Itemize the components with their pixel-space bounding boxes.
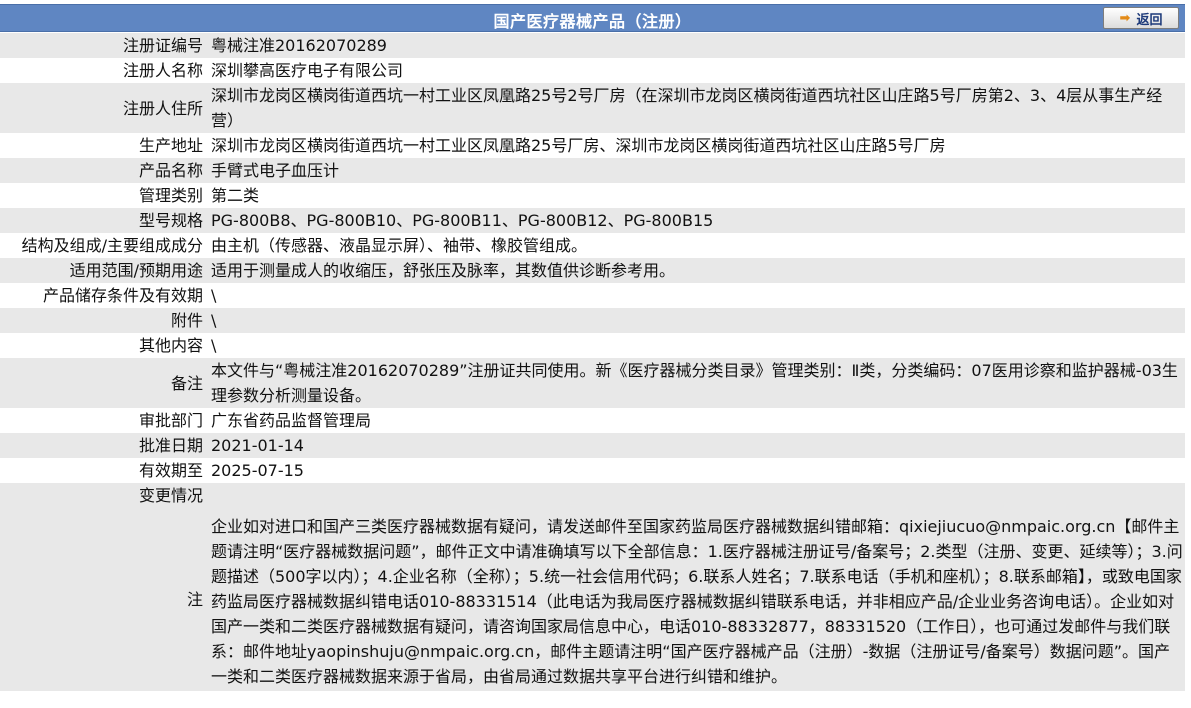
detail-page: 国产医疗器械产品（注册） ➡ 返回 注册证编号 粤械注准20162070289 … <box>0 0 1191 708</box>
field-value: 第二类 <box>207 183 1185 208</box>
table-row: 生产地址 深圳市龙岗区横岗街道西坑一村工业区凤凰路25号厂房、深圳市龙岗区横岗街… <box>0 133 1185 158</box>
field-value: \ <box>207 308 1185 333</box>
table-row: 结构及组成/主要组成成分 由主机（传感器、液晶显示屏）、袖带、橡胶管组成。 <box>0 233 1185 258</box>
detail-table: 注册证编号 粤械注准20162070289 注册人名称 深圳攀高医疗电子有限公司… <box>0 33 1185 691</box>
field-label: 注册证编号 <box>0 33 207 58</box>
field-value: 粤械注准20162070289 <box>207 33 1185 58</box>
table-row: 注册人名称 深圳攀高医疗电子有限公司 <box>0 58 1185 83</box>
field-label: 其他内容 <box>0 333 207 358</box>
field-label: 变更情况 <box>0 483 207 508</box>
field-label: 生产地址 <box>0 133 207 158</box>
field-label: 附件 <box>0 308 207 333</box>
note-label: 注 <box>0 508 207 691</box>
field-value: 广东省药品监督管理局 <box>207 408 1185 433</box>
field-value: 2025-07-15 <box>207 458 1185 483</box>
page-title: 国产医疗器械产品（注册） <box>493 12 692 31</box>
field-value: 适用于测量成人的收缩压，舒张压及脉率，其数值供诊断参考用。 <box>207 258 1185 283</box>
table-row-note: 注 企业如对进口和国产三类医疗器械数据有疑问，请发送邮件至国家药监局医疗器械数据… <box>0 508 1185 691</box>
field-label: 有效期至 <box>0 458 207 483</box>
field-label: 注册人住所 <box>0 83 207 133</box>
field-value: \ <box>207 283 1185 308</box>
table-row: 批准日期 2021-01-14 <box>0 433 1185 458</box>
field-value: \ <box>207 333 1185 358</box>
field-label: 适用范围/预期用途 <box>0 258 207 283</box>
table-row: 型号规格 PG-800B8、PG-800B10、PG-800B11、PG-800… <box>0 208 1185 233</box>
field-label: 产品名称 <box>0 158 207 183</box>
table-row: 审批部门 广东省药品监督管理局 <box>0 408 1185 433</box>
back-button-label: 返回 <box>1136 12 1163 28</box>
table-row: 有效期至 2025-07-15 <box>0 458 1185 483</box>
field-value: 本文件与“粤械注准20162070289”注册证共同使用。新《医疗器械分类目录》… <box>207 358 1185 408</box>
field-label: 审批部门 <box>0 408 207 433</box>
table-row: 产品名称 手臂式电子血压计 <box>0 158 1185 183</box>
field-label: 注册人名称 <box>0 58 207 83</box>
field-label: 管理类别 <box>0 183 207 208</box>
field-label: 产品储存条件及有效期 <box>0 283 207 308</box>
field-value <box>207 483 1185 508</box>
field-value: 手臂式电子血压计 <box>207 158 1185 183</box>
field-value: 2021-01-14 <box>207 433 1185 458</box>
table-row: 注册人住所 深圳市龙岗区横岗街道西坑一村工业区凤凰路25号2号厂房（在深圳市龙岗… <box>0 83 1185 133</box>
arrow-right-icon: ➡ <box>1119 10 1131 26</box>
field-value: PG-800B8、PG-800B10、PG-800B11、PG-800B12、P… <box>207 208 1185 233</box>
table-row: 产品储存条件及有效期 \ <box>0 283 1185 308</box>
field-label: 备注 <box>0 358 207 408</box>
table-row: 备注 本文件与“粤械注准20162070289”注册证共同使用。新《医疗器械分类… <box>0 358 1185 408</box>
field-value: 深圳市龙岗区横岗街道西坑一村工业区凤凰路25号2号厂房（在深圳市龙岗区横岗街道西… <box>207 83 1185 133</box>
back-button[interactable]: ➡ 返回 <box>1103 7 1179 29</box>
field-label: 型号规格 <box>0 208 207 233</box>
table-row: 注册证编号 粤械注准20162070289 <box>0 33 1185 58</box>
field-value: 由主机（传感器、液晶显示屏）、袖带、橡胶管组成。 <box>207 233 1185 258</box>
field-value: 深圳攀高医疗电子有限公司 <box>207 58 1185 83</box>
field-value: 深圳市龙岗区横岗街道西坑一村工业区凤凰路25号厂房、深圳市龙岗区横岗街道西坑社区… <box>207 133 1185 158</box>
field-label: 结构及组成/主要组成成分 <box>0 233 207 258</box>
table-row: 适用范围/预期用途 适用于测量成人的收缩压，舒张压及脉率，其数值供诊断参考用。 <box>0 258 1185 283</box>
table-row: 变更情况 <box>0 483 1185 508</box>
table-row: 附件 \ <box>0 308 1185 333</box>
table-row: 其他内容 \ <box>0 333 1185 358</box>
field-label: 批准日期 <box>0 433 207 458</box>
note-text: 企业如对进口和国产三类医疗器械数据有疑问，请发送邮件至国家药监局医疗器械数据纠错… <box>207 508 1185 691</box>
table-row: 管理类别 第二类 <box>0 183 1185 208</box>
title-bar: 国产医疗器械产品（注册） ➡ 返回 <box>0 4 1185 32</box>
